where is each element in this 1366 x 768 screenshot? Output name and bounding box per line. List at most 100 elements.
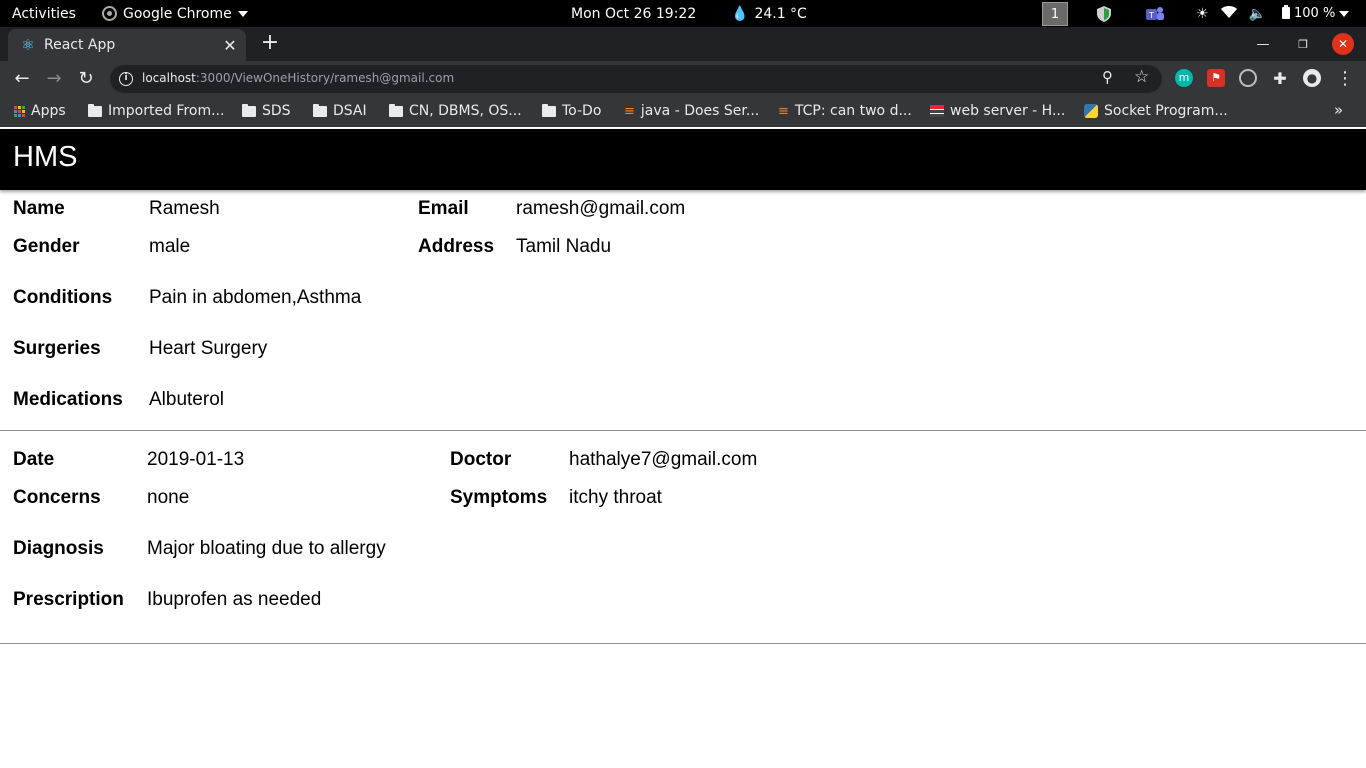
app-menu-label: Google Chrome <box>123 5 232 22</box>
gender-label: Gender <box>13 236 80 257</box>
doctor-label: Doctor <box>450 449 512 470</box>
chrome-icon <box>102 6 117 21</box>
conditions-label: Conditions <box>13 287 113 308</box>
svg-text:T: T <box>1148 11 1154 20</box>
extension-red-icon[interactable]: ⚑ <box>1207 69 1225 87</box>
bookmark-tcp[interactable]: ≡ TCP: can two d... <box>778 97 912 125</box>
wifi-icon <box>1220 5 1237 22</box>
bookmark-socket-programming[interactable]: Socket Program... <box>1084 97 1228 125</box>
folder-icon <box>313 103 327 117</box>
clock[interactable]: Mon Oct 26 19:22 <box>571 0 696 27</box>
bookmark-java-serialization[interactable]: ≡ java - Does Ser... <box>624 97 759 125</box>
weather-indicator[interactable]: 💧 24.1 °C <box>731 0 807 27</box>
extensions-puzzle-icon[interactable]: ✚ <box>1268 67 1292 91</box>
system-top-bar: Activities Google Chrome Mon Oct 26 19:2… <box>0 0 1366 27</box>
bookmark-folder-sds[interactable]: SDS <box>242 97 291 125</box>
surgeries-label: Surgeries <box>13 338 101 359</box>
system-indicators[interactable]: ☀ 🔈 <box>1196 0 1266 27</box>
workspace-indicator[interactable]: 1 <box>1042 2 1068 26</box>
name-value: Ramesh <box>149 198 220 219</box>
folder-icon <box>542 103 556 117</box>
forward-button[interactable]: → <box>42 67 66 91</box>
symptoms-label: Symptoms <box>450 487 548 508</box>
bookmark-folder-dsai[interactable]: DSAI <box>313 97 367 125</box>
address-bar[interactable]: i localhost:3000/ViewOneHistory/ramesh@g… <box>110 65 1162 93</box>
react-icon: ⚛ <box>21 36 35 54</box>
conditions-value: Pain in abdomen,Asthma <box>149 287 362 308</box>
bookmark-star-icon[interactable]: ☆ <box>1134 67 1149 87</box>
bookmark-folder-cn-dbms-os[interactable]: CN, DBMS, OS... <box>389 97 522 125</box>
profile-avatar-icon[interactable]: ● <box>1303 69 1321 87</box>
bookmark-label: TCP: can two d... <box>794 103 912 119</box>
extension-m-icon[interactable]: m <box>1175 69 1193 87</box>
volume-icon: 🔈 <box>1248 5 1266 22</box>
brightness-icon: ☀ <box>1196 5 1209 22</box>
bookmark-folder-imported[interactable]: Imported From... <box>88 97 224 125</box>
date-label: Date <box>13 449 55 470</box>
bookmark-web-server[interactable]: web server - H... <box>930 97 1065 125</box>
bookmark-folder-todo[interactable]: To-Do <box>542 97 601 125</box>
bookmark-apps[interactable]: Apps <box>14 97 66 125</box>
battery-indicator[interactable]: 100 % <box>1282 0 1350 27</box>
back-button[interactable]: ← <box>10 67 34 91</box>
bookmark-label: Socket Program... <box>1104 103 1228 119</box>
diagnosis-label: Diagnosis <box>13 538 104 559</box>
battery-percent: 100 % <box>1294 6 1336 21</box>
bookmarks-overflow-icon[interactable]: » <box>1334 101 1343 119</box>
medications-value: Albuterol <box>149 389 224 410</box>
address-value: Tamil Nadu <box>516 236 612 257</box>
tab-react-app[interactable]: ⚛ React App ✕ <box>8 29 246 61</box>
prescription-value: Ibuprofen as needed <box>147 589 322 610</box>
caret-down-icon <box>1339 10 1350 17</box>
medications-label: Medications <box>13 389 123 410</box>
app-title[interactable]: HMS <box>13 141 77 174</box>
section-divider <box>0 430 1366 431</box>
bookmark-label: SDS <box>262 103 291 119</box>
url-text: localhost:3000/ViewOneHistory/ramesh@gma… <box>142 71 454 85</box>
new-tab-button[interactable]: + <box>258 32 282 56</box>
bookmarks-bar: Apps Imported From... SDS DSAI CN, DBMS,… <box>0 97 1366 127</box>
minimize-button[interactable]: — <box>1252 33 1274 55</box>
name-label: Name <box>13 198 65 219</box>
concerns-label: Concerns <box>13 487 101 508</box>
weather-temperature: 24.1 °C <box>754 5 807 22</box>
date-value: 2019-01-13 <box>147 449 245 470</box>
surgeries-value: Heart Surgery <box>149 338 268 359</box>
stackoverflow-icon: ≡ <box>778 103 789 119</box>
url-path: :3000/ViewOneHistory/ramesh@gmail.com <box>195 71 455 85</box>
bookmark-label: Imported From... <box>108 103 225 119</box>
zoom-icon[interactable]: ⚲ <box>1102 68 1113 86</box>
menu-kebab-icon[interactable]: ⋮ <box>1333 67 1357 91</box>
tab-strip: ⚛ React App ✕ + — ❐ <box>0 27 1366 61</box>
diagnosis-value: Major bloating due to allergy <box>147 538 386 559</box>
weather-drops-icon: 💧 <box>731 5 749 22</box>
url-host: localhost <box>142 71 196 85</box>
site-info-icon[interactable]: i <box>119 72 133 86</box>
bookmark-label: DSAI <box>333 103 367 119</box>
stackoverflow-icon: ≡ <box>624 103 635 119</box>
shield-icon[interactable] <box>1097 0 1111 27</box>
email-label: Email <box>418 198 469 219</box>
reload-button[interactable]: ↻ <box>74 67 98 91</box>
symptoms-value: itchy throat <box>569 487 662 508</box>
tab-title: React App <box>44 37 116 53</box>
extension-target-icon[interactable] <box>1239 69 1257 87</box>
python-icon <box>1084 104 1098 118</box>
teams-icon[interactable]: T <box>1146 0 1164 27</box>
gender-value: male <box>149 236 191 257</box>
section-divider <box>0 643 1366 644</box>
bookmark-label: Apps <box>31 103 66 119</box>
activities-button[interactable]: Activities <box>12 0 76 27</box>
app-menu[interactable]: Google Chrome <box>102 0 248 27</box>
window-close-button[interactable]: ✕ <box>1332 33 1354 55</box>
battery-icon <box>1282 4 1290 23</box>
folder-icon <box>242 103 256 117</box>
apps-grid-icon <box>14 105 25 117</box>
close-tab-icon[interactable]: ✕ <box>218 36 242 55</box>
bookmark-label: web server - H... <box>950 103 1066 119</box>
app-header: HMS <box>0 129 1366 190</box>
folder-icon <box>389 103 403 117</box>
concerns-value: none <box>147 487 190 508</box>
maximize-button[interactable]: ❐ <box>1292 33 1314 55</box>
browser-toolbar: ← → ↻ i localhost:3000/ViewOneHistory/ra… <box>0 61 1366 97</box>
